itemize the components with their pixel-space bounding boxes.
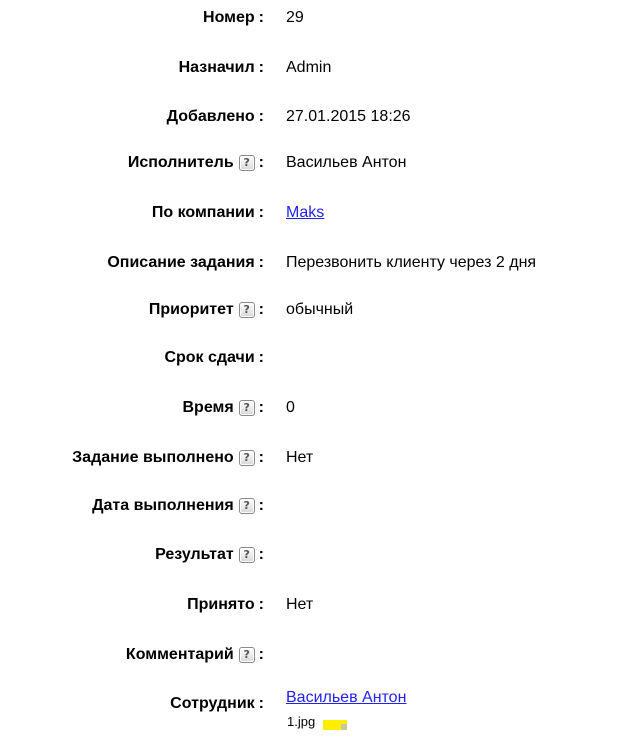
- description-label-text: Описание задания: [107, 254, 255, 271]
- time-label-text: Время: [182, 399, 234, 416]
- comment-label: Комментарий ? :: [126, 640, 264, 670]
- colon: :: [258, 254, 264, 271]
- row-done-date: Дата выполнения ? :: [0, 491, 621, 521]
- comment-label-text: Комментарий: [125, 646, 234, 663]
- row-number: Номер : 29: [0, 3, 621, 33]
- colon: :: [258, 546, 264, 563]
- priority-value: обычный: [286, 301, 354, 318]
- help-icon[interactable]: ?: [238, 400, 255, 416]
- assigned-by-label: Назначил :: [179, 53, 264, 83]
- row-priority: Приоритет ? : обычный: [0, 295, 621, 325]
- accepted-label: Принято :: [187, 590, 264, 620]
- colon: :: [258, 596, 264, 613]
- employee-label: Сотрудник :: [170, 689, 264, 719]
- colon: :: [258, 9, 264, 26]
- priority-label: Приоритет ? :: [149, 295, 264, 325]
- time-value: 0: [286, 399, 295, 416]
- colon: :: [258, 497, 264, 514]
- row-accepted: Принято : Нет: [0, 590, 621, 620]
- employee-label-text: Сотрудник: [170, 695, 255, 712]
- company-label: По компании :: [152, 198, 264, 228]
- assigned-by-label-text: Назначил: [178, 59, 255, 76]
- done-label: Задание выполнено ? :: [72, 443, 264, 473]
- help-icon[interactable]: ?: [238, 155, 255, 171]
- row-done: Задание выполнено ? : Нет: [0, 443, 621, 473]
- deadline-label-text: Срок сдачи: [164, 349, 255, 366]
- colon: :: [258, 154, 264, 171]
- number-value: 29: [286, 9, 304, 26]
- executor-value: Васильев Антон: [286, 154, 407, 171]
- help-icon[interactable]: ?: [238, 302, 255, 318]
- help-icon[interactable]: ?: [238, 647, 255, 663]
- employee-link[interactable]: Васильев Антон: [286, 689, 406, 706]
- help-icon[interactable]: ?: [238, 547, 255, 563]
- colon: :: [258, 399, 264, 416]
- result-label-text: Результат: [155, 546, 234, 563]
- done-date-label-text: Дата выполнения: [92, 497, 234, 514]
- deadline-label: Срок сдачи :: [164, 343, 264, 373]
- colon: :: [258, 204, 264, 221]
- company-label-text: По компании: [151, 204, 255, 221]
- added-label-text: Добавлено: [166, 108, 255, 125]
- company-link[interactable]: Maks: [286, 204, 324, 221]
- row-company: По компании : Maks: [0, 198, 621, 228]
- row-executor: Исполнитель ? : Васильев Антон: [0, 148, 621, 178]
- number-label-text: Номер: [203, 9, 255, 26]
- help-icon[interactable]: ?: [238, 498, 255, 514]
- done-date-label: Дата выполнения ? :: [92, 491, 264, 521]
- number-label: Номер :: [203, 3, 264, 33]
- row-description: Описание задания : Перезвонить клиенту ч…: [0, 248, 621, 278]
- executor-label: Исполнитель ? :: [128, 148, 264, 178]
- row-added: Добавлено : 27.01.2015 18:26: [0, 102, 621, 132]
- description-value: Перезвонить клиенту через 2 дня: [286, 254, 537, 271]
- description-label: Описание задания :: [107, 248, 264, 278]
- row-time: Время ? : 0: [0, 393, 621, 423]
- added-value: 27.01.2015 18:26: [286, 108, 411, 125]
- done-label-text: Задание выполнено: [72, 449, 234, 466]
- colon: :: [258, 108, 264, 125]
- time-label: Время ? :: [182, 393, 264, 423]
- colon: :: [258, 695, 264, 712]
- employee-value: Васильев Антон: [286, 683, 406, 713]
- colon: :: [258, 646, 264, 663]
- row-deadline: Срок сдачи :: [0, 343, 621, 373]
- priority-label-text: Приоритет: [148, 301, 234, 318]
- help-icon[interactable]: ?: [238, 450, 255, 466]
- done-value: Нет: [286, 449, 314, 466]
- colon: :: [258, 59, 264, 76]
- row-result: Результат ? :: [0, 540, 621, 570]
- attachment: 1.jpg: [287, 714, 348, 730]
- row-assigned-by: Назначил : Admin: [0, 53, 621, 83]
- result-label: Результат ? :: [155, 540, 264, 570]
- executor-label-text: Исполнитель: [127, 154, 234, 171]
- row-comment: Комментарий ? :: [0, 640, 621, 670]
- added-label: Добавлено :: [167, 102, 264, 132]
- assigned-by-value: Admin: [286, 59, 332, 76]
- accepted-label-text: Принято: [187, 596, 255, 613]
- company-value: Maks: [286, 198, 324, 228]
- accepted-value: Нет: [286, 596, 314, 613]
- image-thumbnail-icon[interactable]: [323, 720, 348, 730]
- colon: :: [258, 449, 264, 466]
- attachment-filename[interactable]: 1.jpg: [287, 714, 315, 730]
- colon: :: [258, 349, 264, 366]
- colon: :: [258, 301, 264, 318]
